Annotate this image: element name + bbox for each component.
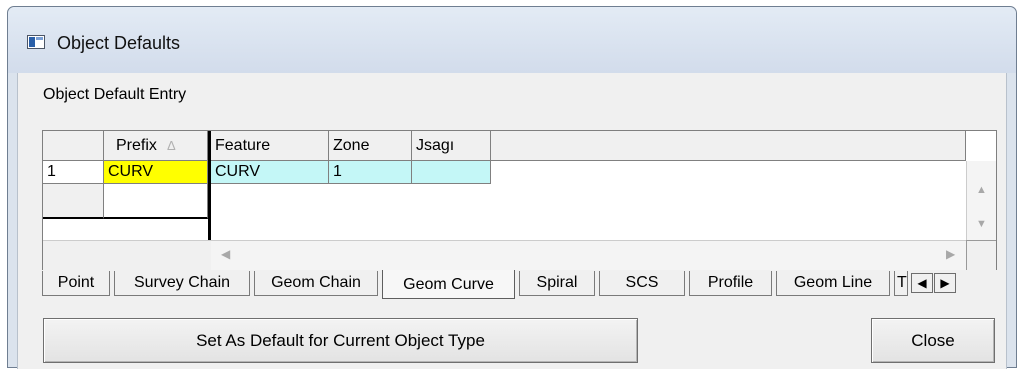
tab-geom-chain[interactable]: Geom Chain [254, 271, 378, 296]
scroll-up-arrow-icon[interactable]: ▲ [967, 179, 996, 201]
cell-usage[interactable] [412, 161, 491, 184]
tab-geom-curve[interactable]: Geom Curve [382, 270, 515, 299]
vertical-scrollbar[interactable]: ▲ ▼ [966, 161, 996, 240]
scroll-down-arrow-icon[interactable]: ▼ [967, 213, 996, 235]
object-default-grid[interactable]: Prefix ∆ Feature Zone Jsagı 1 CURV CURV … [42, 130, 997, 270]
frozen-column-divider [208, 131, 211, 240]
column-header-usage[interactable]: Jsagı [412, 131, 491, 161]
column-header-prefix[interactable]: Prefix ∆ [104, 131, 208, 161]
tab-scroll-right-icon[interactable]: ▶ [934, 273, 956, 293]
scroll-left-arrow-icon[interactable]: ◀ [221, 247, 230, 261]
object-type-tabs: Point Survey Chain Geom Chain Geom Curve… [42, 270, 1002, 301]
scroll-right-arrow-icon[interactable]: ▶ [946, 247, 955, 261]
tab-scs[interactable]: SCS [599, 271, 685, 296]
grid-corner-header[interactable] [43, 131, 104, 161]
tab-scroll-left-icon[interactable]: ◀ [911, 273, 933, 293]
object-defaults-window: Object Defaults Object Default Entry Pre… [7, 6, 1017, 369]
scrollbar-corner [966, 240, 996, 270]
cell-prefix[interactable]: CURV [104, 161, 208, 184]
column-header-feature[interactable]: Feature [211, 131, 329, 161]
cell-feature[interactable]: CURV [211, 161, 329, 184]
tab-spiral[interactable]: Spiral [519, 271, 595, 296]
cell-zone[interactable]: 1 [329, 161, 412, 184]
dialog-body: Object Default Entry Prefix ∆ Feature Zo… [17, 73, 1007, 369]
tab-point[interactable]: Point [42, 271, 110, 296]
new-row-prefix-cell[interactable] [104, 184, 208, 219]
horizontal-scrollbar[interactable]: ◀ ▶ [211, 240, 966, 270]
close-button[interactable]: Close [871, 318, 995, 363]
tab-survey-chain[interactable]: Survey Chain [114, 271, 250, 296]
title-bar[interactable]: Object Defaults [8, 7, 1016, 73]
tab-partial[interactable]: T [894, 271, 908, 296]
sort-ascending-icon: ∆ [167, 138, 176, 153]
app-window-icon[interactable] [27, 35, 45, 49]
grid-footer-frozen [43, 240, 211, 270]
column-header-zone[interactable]: Zone [329, 131, 412, 161]
tab-geom-line[interactable]: Geom Line [776, 271, 890, 296]
tab-profile[interactable]: Profile [689, 271, 772, 296]
column-header-prefix-label: Prefix [116, 137, 157, 154]
column-header-empty [491, 131, 966, 161]
set-default-button[interactable]: Set As Default for Current Object Type [43, 318, 638, 363]
new-row-header[interactable] [43, 184, 104, 219]
section-label: Object Default Entry [43, 86, 187, 103]
row-number[interactable]: 1 [43, 161, 104, 184]
window-title: Object Defaults [57, 33, 181, 53]
